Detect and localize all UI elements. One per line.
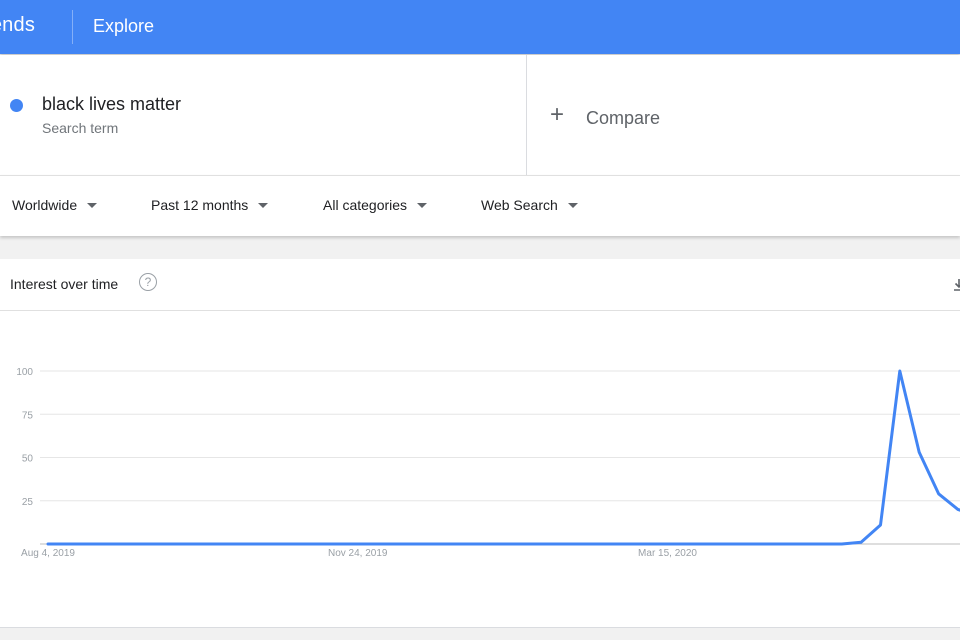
data-point	[298, 542, 302, 546]
data-point	[801, 542, 805, 546]
y-tick-label: 50	[22, 454, 34, 465]
data-point	[414, 542, 418, 546]
search-property-label: Web Search	[481, 197, 558, 213]
search-term-name[interactable]: black lives matter	[42, 94, 181, 115]
data-point	[607, 542, 611, 546]
data-point	[356, 542, 360, 546]
compare-label: Compare	[586, 108, 661, 128]
category-dropdown[interactable]: All categories	[323, 197, 428, 213]
data-point	[259, 542, 263, 546]
data-point	[317, 542, 321, 546]
data-point	[511, 542, 515, 546]
time-range-label: Past 12 months	[151, 197, 249, 213]
data-point	[472, 542, 476, 546]
data-point	[162, 542, 166, 546]
y-tick-label: 75	[22, 410, 34, 421]
data-point	[278, 542, 282, 546]
data-point	[627, 542, 631, 546]
y-tick-label: 100	[16, 367, 33, 378]
filter-bar: Worldwide Past 12 months All categories …	[0, 175, 960, 236]
caret-down-icon	[87, 202, 98, 208]
data-point	[123, 542, 127, 546]
data-point	[336, 542, 340, 546]
data-point	[182, 542, 186, 546]
data-point	[569, 542, 573, 546]
data-point	[433, 542, 437, 546]
data-point	[704, 542, 708, 546]
data-point	[85, 542, 89, 546]
data-point	[65, 542, 69, 546]
data-point	[956, 507, 960, 511]
y-tick-label: 25	[22, 497, 34, 508]
x-tick-label: Aug 4, 2019	[21, 548, 75, 559]
data-point	[743, 542, 747, 546]
search-term-type: Search term	[42, 120, 119, 136]
data-point	[46, 542, 50, 546]
data-point	[859, 540, 863, 544]
data-point	[820, 542, 824, 546]
data-point	[220, 542, 224, 546]
data-point	[666, 542, 670, 546]
caret-down-icon	[258, 202, 269, 208]
data-point	[937, 492, 941, 496]
x-tick-label: Mar 15, 2020	[638, 548, 697, 559]
data-point	[646, 542, 650, 546]
region-dropdown[interactable]: Worldwide	[12, 197, 98, 213]
data-point	[394, 542, 398, 546]
data-point	[878, 523, 882, 527]
time-range-dropdown[interactable]: Past 12 months	[151, 197, 269, 213]
data-point	[240, 542, 244, 546]
data-point	[917, 450, 921, 454]
x-tick-label: Nov 24, 2019	[328, 548, 388, 559]
data-point	[782, 542, 786, 546]
data-point	[762, 542, 766, 546]
region-label: Worldwide	[12, 197, 78, 213]
data-point	[685, 542, 689, 546]
data-point	[588, 542, 592, 546]
caret-down-icon	[567, 202, 578, 208]
explore-link[interactable]: Explore	[93, 16, 154, 37]
search-terms-panel: black lives matter Search term + Compare	[0, 55, 960, 175]
top-app-bar: rends Explore	[0, 0, 960, 54]
plus-icon: +	[550, 101, 565, 128]
data-point	[530, 542, 534, 546]
data-point	[375, 542, 379, 546]
caret-down-icon	[417, 202, 428, 208]
data-point	[104, 542, 108, 546]
data-point	[143, 542, 147, 546]
term-color-dot	[10, 99, 23, 112]
search-term-card[interactable]: black lives matter Search term	[0, 55, 526, 175]
header-divider	[72, 10, 73, 44]
data-point	[491, 542, 495, 546]
search-property-dropdown[interactable]: Web Search	[481, 197, 578, 213]
category-label: All categories	[323, 197, 408, 213]
interest-over-time-card: Interest over time ? 25 50 75 100 Aug 4, 201…	[0, 259, 960, 628]
data-point	[840, 542, 844, 546]
term-divider	[526, 55, 527, 175]
trends-logo[interactable]: rends	[0, 14, 35, 37]
data-point	[724, 542, 728, 546]
data-point	[898, 369, 902, 373]
data-point	[201, 542, 205, 546]
data-point	[549, 542, 553, 546]
interest-line-chart: 25 50 75 100 Aug 4, 2019 Nov 24, 2019 Mar 15, …	[16, 367, 960, 559]
data-point	[453, 542, 457, 546]
